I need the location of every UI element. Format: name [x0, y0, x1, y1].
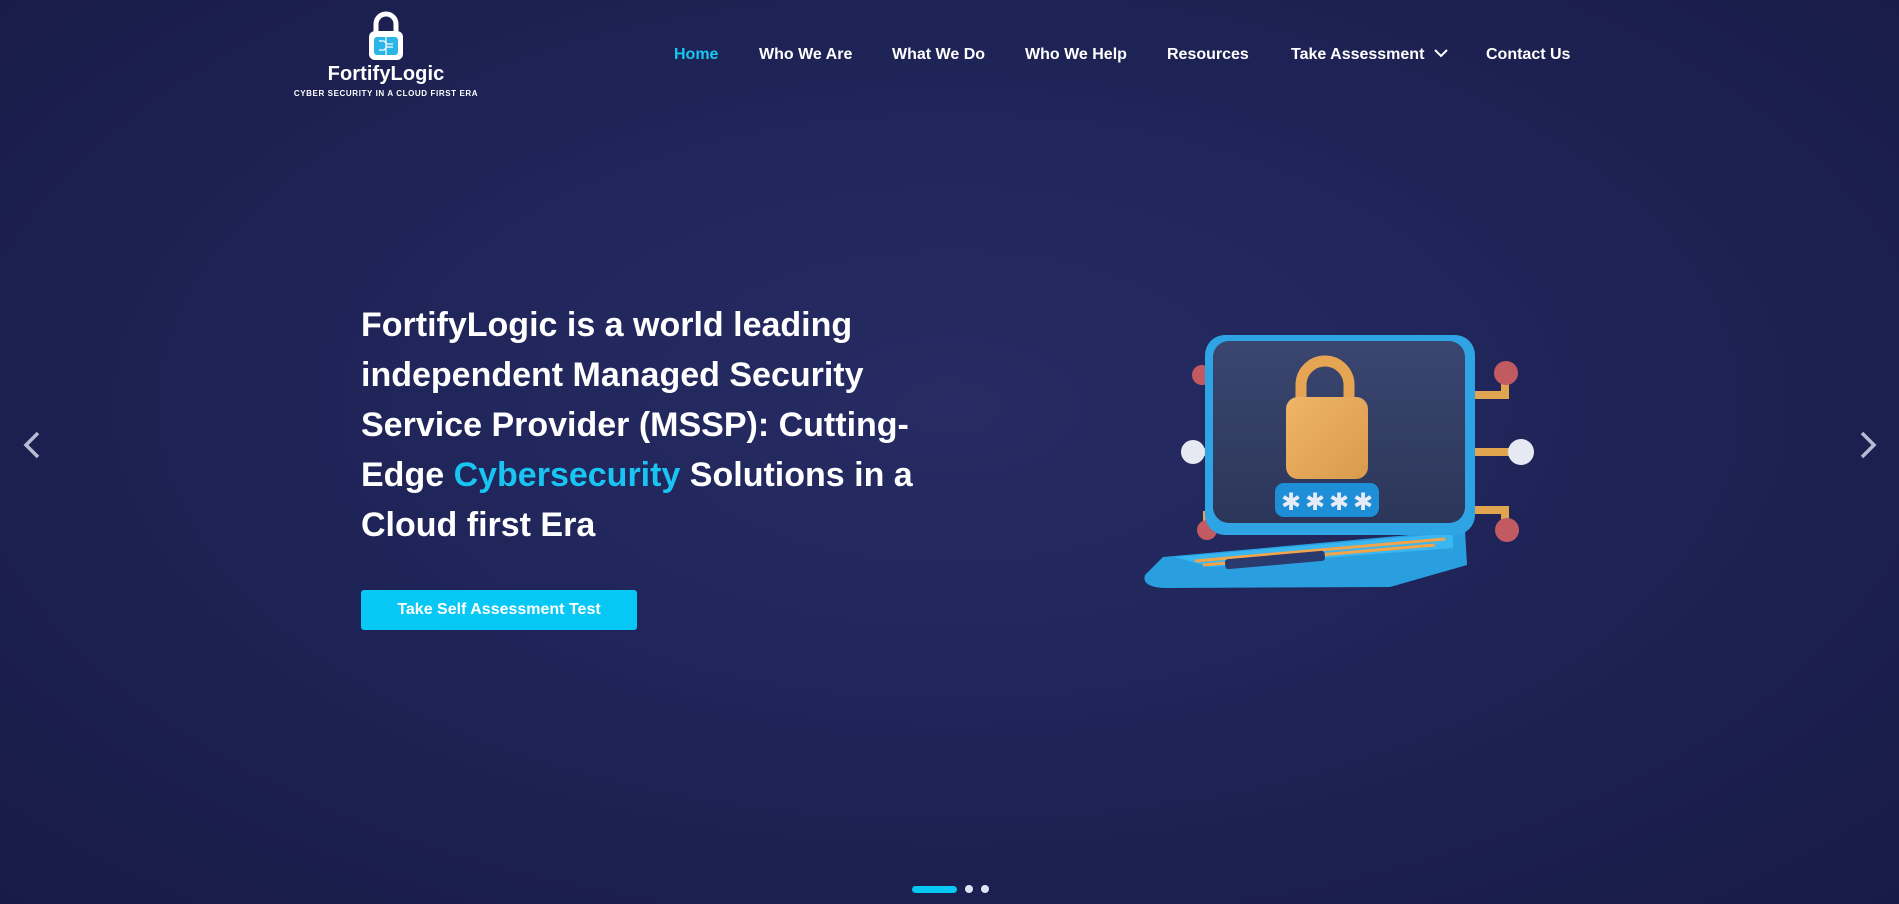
- svg-text:✱: ✱: [1281, 488, 1301, 516]
- svg-text:✱: ✱: [1329, 488, 1349, 516]
- hero-heading-highlight: Cybersecurity: [453, 456, 681, 494]
- take-self-assessment-button[interactable]: Take Self Assessment Test: [361, 590, 637, 630]
- nav-resources[interactable]: Resources: [1167, 46, 1249, 64]
- carousel-dot-2[interactable]: [965, 885, 973, 893]
- nav-who-we-help[interactable]: Who We Help: [1025, 46, 1127, 64]
- nav-home[interactable]: Home: [674, 46, 718, 64]
- nav-who-we-are[interactable]: Who We Are: [759, 46, 852, 64]
- carousel-indicators: [912, 884, 989, 894]
- brand-name: FortifyLogic: [327, 63, 445, 85]
- chevron-right-icon[interactable]: [1852, 425, 1882, 465]
- nav-contact-us[interactable]: Contact Us: [1486, 46, 1570, 64]
- main-nav: Home Who We Are What We Do Who We Help R…: [0, 46, 1899, 66]
- carousel-dot-1[interactable]: [912, 885, 957, 893]
- nav-take-assessment-label: Take Assessment: [1291, 46, 1425, 63]
- svg-text:✱: ✱: [1353, 488, 1373, 516]
- laptop-lock-password-icon: ✱ ✱ ✱ ✱: [1144, 335, 1534, 588]
- nav-take-assessment[interactable]: Take Assessment: [1291, 46, 1448, 64]
- carousel-dot-3[interactable]: [981, 885, 989, 893]
- svg-text:✱: ✱: [1305, 488, 1325, 516]
- chevron-down-icon: [1434, 49, 1448, 58]
- chevron-left-icon[interactable]: [18, 425, 48, 465]
- brand-tagline: CYBER SECURITY IN A CLOUD FIRST ERA: [293, 89, 479, 98]
- nav-what-we-do[interactable]: What We Do: [892, 46, 985, 64]
- hero-heading: FortifyLogic is a world leading independ…: [361, 300, 961, 550]
